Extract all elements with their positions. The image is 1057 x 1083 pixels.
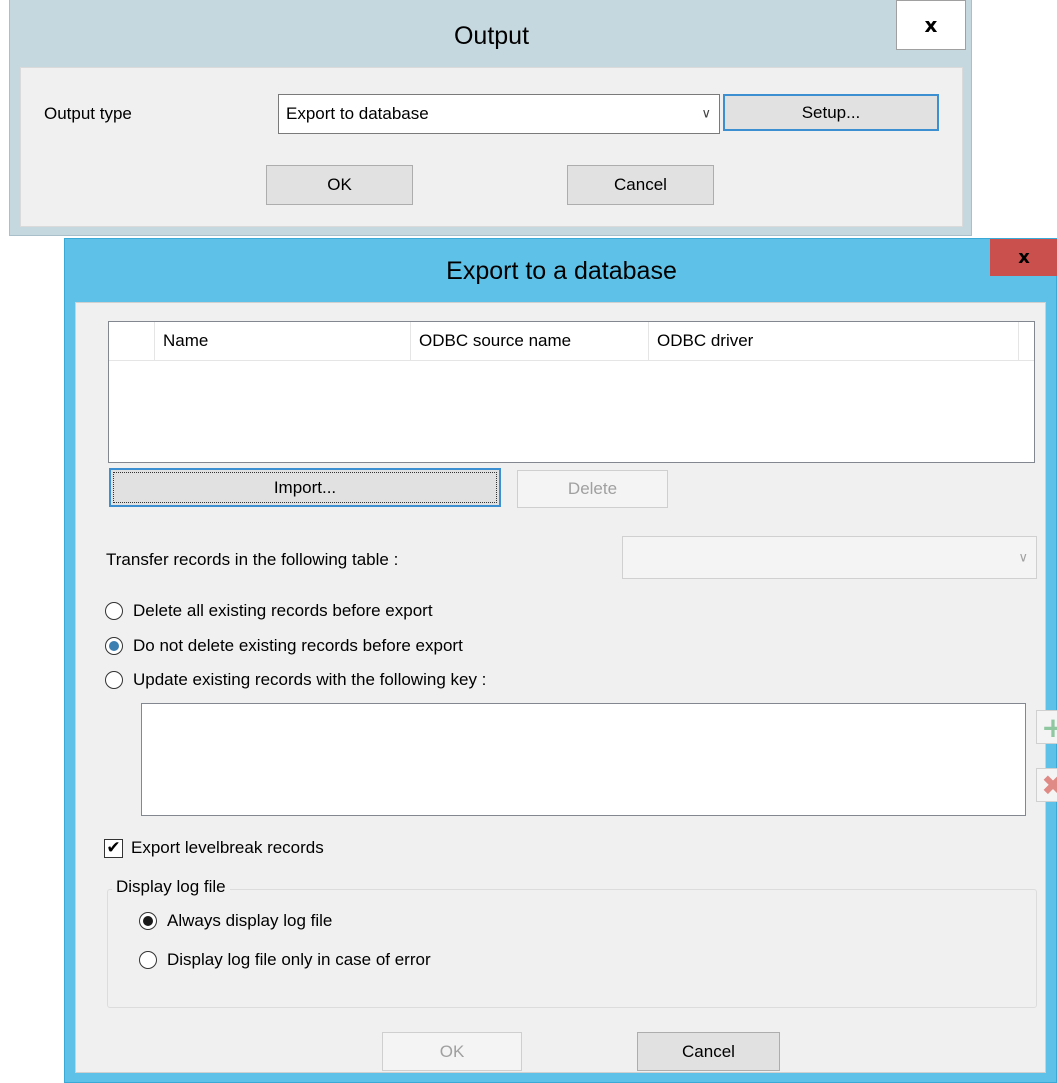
export-dialog-body: Name ODBC source name ODBC driver Import… (75, 302, 1057, 1073)
radio-label: Display log file only in case of error (167, 950, 431, 969)
checkbox-label: Export levelbreak records (131, 838, 324, 857)
radio-label: Update existing records with the followi… (133, 670, 487, 689)
radio-button-selected[interactable] (139, 912, 157, 930)
export-close-button[interactable]: x (990, 239, 1057, 276)
output-cancel-button[interactable]: Cancel (567, 165, 714, 205)
chevron-down-icon: ∨ (701, 106, 711, 122)
radio-display-log-on-error[interactable]: Display log file only in case of error (139, 947, 589, 975)
radio-do-not-delete[interactable]: Do not delete existing records before ex… (105, 633, 665, 661)
output-type-select[interactable]: Export to database ∨ (278, 94, 720, 134)
database-list[interactable]: Name ODBC source name ODBC driver (108, 321, 1035, 463)
output-close-button[interactable]: x (896, 0, 966, 50)
output-type-value: Export to database (286, 104, 429, 123)
add-key-button[interactable]: + (1036, 710, 1057, 744)
cross-icon: ✖ (1041, 768, 1057, 802)
radio-button[interactable] (139, 951, 157, 969)
output-dialog-body: Output type Export to database ∨ Setup..… (20, 67, 963, 227)
output-dialog-title: Output (453, 22, 530, 50)
log-file-group-legend: Display log file (112, 877, 230, 897)
plus-icon: + (1041, 710, 1057, 744)
radio-label: Delete all existing records before expor… (133, 601, 433, 620)
close-icon: x (1018, 247, 1030, 268)
header-divider (109, 360, 1034, 361)
key-list[interactable] (141, 703, 1026, 816)
transfer-table-label: Transfer records in the following table … (106, 550, 399, 569)
radio-button[interactable] (105, 602, 123, 620)
chevron-down-icon: ∨ (1018, 550, 1028, 565)
column-header-name[interactable]: Name (155, 322, 411, 360)
export-dialog-title: Export to a database (446, 257, 677, 285)
delete-button[interactable]: Delete (517, 470, 668, 508)
output-ok-button[interactable]: OK (266, 165, 413, 205)
radio-update-existing[interactable]: Update existing records with the followi… (105, 667, 665, 695)
export-cancel-button[interactable]: Cancel (637, 1032, 780, 1071)
radio-always-display-log[interactable]: Always display log file (139, 908, 589, 936)
setup-button[interactable]: Setup... (723, 94, 939, 131)
column-header-blank (109, 322, 155, 360)
levelbreak-checkbox[interactable]: ✔ Export levelbreak records (104, 835, 524, 863)
remove-key-button[interactable]: ✖ (1036, 768, 1057, 802)
checkbox[interactable]: ✔ (104, 839, 123, 858)
radio-button-selected[interactable] (105, 637, 123, 655)
output-dialog: Output x Output type Export to database … (9, 0, 972, 236)
import-button[interactable]: Import... (109, 468, 501, 507)
close-icon: x (924, 13, 938, 37)
transfer-table-select[interactable]: ∨ (622, 536, 1037, 579)
export-ok-button[interactable]: OK (382, 1032, 522, 1071)
column-header-odbc-driver[interactable]: ODBC driver (649, 322, 1019, 360)
radio-button[interactable] (105, 671, 123, 689)
output-type-label: Output type (44, 104, 132, 123)
radio-label: Always display log file (167, 911, 333, 930)
column-header-odbc-source[interactable]: ODBC source name (411, 322, 649, 360)
export-dialog: Export to a database x Name ODBC source … (64, 238, 1057, 1083)
radio-label: Do not delete existing records before ex… (133, 636, 463, 655)
radio-delete-all[interactable]: Delete all existing records before expor… (105, 598, 665, 626)
